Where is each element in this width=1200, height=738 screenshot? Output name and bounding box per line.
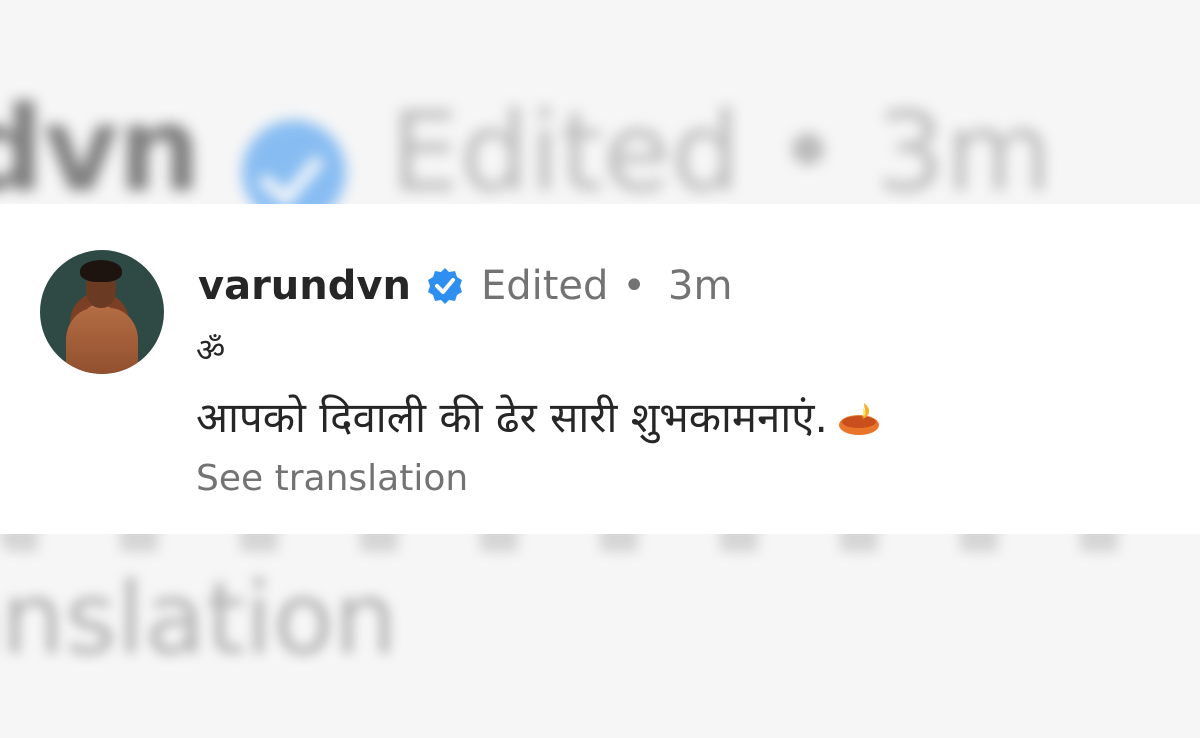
avatar[interactable] <box>40 250 164 374</box>
username-link[interactable]: varundvn <box>198 263 411 309</box>
verified-badge-icon <box>427 268 462 304</box>
timestamp[interactable]: 3m <box>668 263 732 309</box>
edited-label: Edited <box>480 263 609 309</box>
comment-message: आपको दिवाली की ढेर सारी शुभकामनाएं. <box>196 388 884 445</box>
screenshot-stage: dvn Edited • 3m anslation varundvn Edite… <box>0 0 1200 738</box>
blurred-background-footer: anslation <box>0 522 1200 700</box>
comment-text: आपको दिवाली की ढेर सारी शुभकामनाएं. <box>196 393 828 442</box>
blurred-see-translation-fragment: anslation <box>0 560 398 677</box>
meta-separator: • <box>622 263 646 309</box>
om-symbol: ॐ <box>196 331 226 369</box>
comment-card: varundvn Edited • 3m ॐ आपको दिवाली की ढे… <box>0 204 1200 534</box>
blurred-username-fragment: dvn <box>0 80 201 218</box>
avatar-torso <box>66 308 138 374</box>
see-translation-link[interactable]: See translation <box>196 458 468 499</box>
comment-header: varundvn Edited • 3m <box>198 256 732 316</box>
blurred-meta-fragment: Edited • 3m <box>390 88 1053 216</box>
diya-icon <box>838 402 879 435</box>
avatar-hair <box>80 260 122 282</box>
